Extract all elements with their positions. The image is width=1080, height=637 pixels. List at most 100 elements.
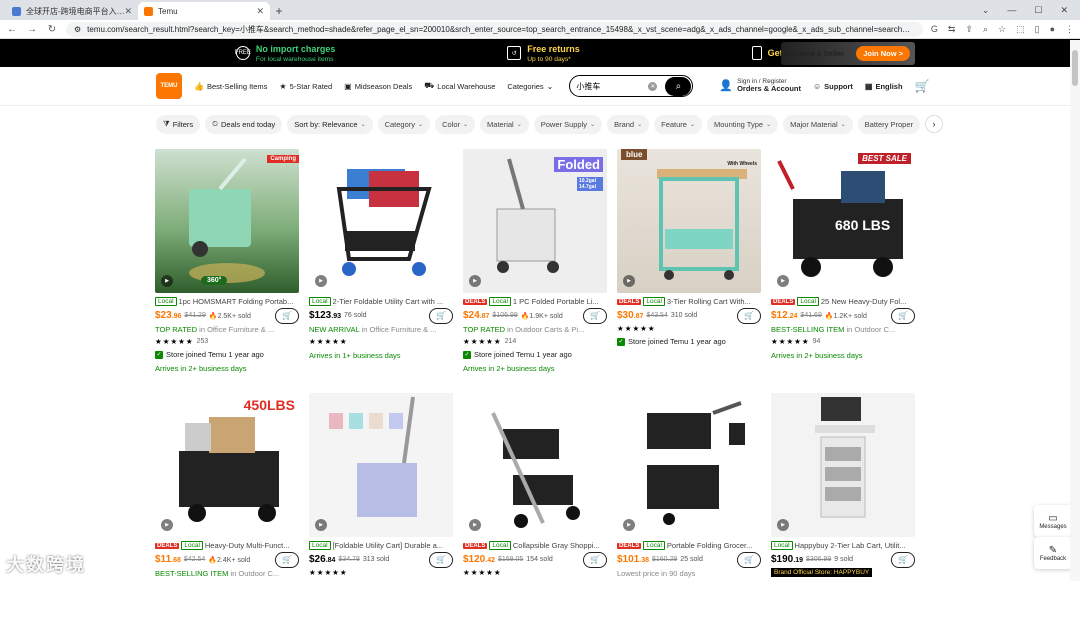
product-image[interactable]: ▶ xyxy=(309,149,453,293)
play-video-icon[interactable]: ▶ xyxy=(777,275,789,287)
product-title-line[interactable]: DEALSLocalHeavy-Duty Multi-Funct... xyxy=(155,541,299,550)
product-title[interactable]: 1 PC Folded Portable Li... xyxy=(513,297,599,306)
add-to-cart-button[interactable]: 🛒 xyxy=(275,308,299,324)
product-title[interactable]: 25 New Heavy-Duty Fol... xyxy=(821,297,906,306)
product-image[interactable]: ▶Camping360° xyxy=(155,149,299,293)
product-image[interactable]: ▶blueWith Wheels xyxy=(617,149,761,293)
new-tab-button[interactable]: + xyxy=(270,2,288,20)
ranking-line[interactable]: TOP RATED in Office Furniture & ... xyxy=(155,325,299,334)
add-to-cart-button[interactable]: 🛒 xyxy=(737,308,761,324)
product-card[interactable]: ▶Local[Foldable Utility Cart] Durable a.… xyxy=(309,393,453,637)
product-card[interactable]: ▶blueWith Wheels DEALSLocal3-Tier Rolling… xyxy=(617,149,761,393)
product-card[interactable]: ▶Camping360° Local1pc HOMSMART Folding Po… xyxy=(155,149,299,393)
product-title[interactable]: Happybuy 2-Tier Lab Cart, Utilit... xyxy=(795,541,906,550)
product-card[interactable]: ▶DEALSLocalPortable Folding Grocer...$10… xyxy=(617,393,761,637)
feedback-widget[interactable]: ✎ Feedback xyxy=(1034,537,1072,569)
promo-no-import[interactable]: FREE No import chargesFor local warehous… xyxy=(236,44,336,63)
forward-icon[interactable]: → xyxy=(26,24,38,35)
add-to-cart-button[interactable]: 🛒 xyxy=(583,308,607,324)
clear-search-icon[interactable]: ✕ xyxy=(648,82,657,91)
filter-chip[interactable]: Feature⌄ xyxy=(654,115,702,134)
product-image[interactable]: ▶450LBS xyxy=(155,393,299,537)
extension-icon[interactable]: ⬚ xyxy=(1016,24,1025,35)
add-to-cart-button[interactable]: 🛒 xyxy=(429,308,453,324)
close-window-icon[interactable]: ✕ xyxy=(1060,5,1068,16)
scrollbar[interactable] xyxy=(1070,40,1080,581)
product-title-line[interactable]: DEALSLocalPortable Folding Grocer... xyxy=(617,541,761,550)
maximize-icon[interactable]: ☐ xyxy=(1034,5,1042,16)
back-icon[interactable]: ← xyxy=(6,24,18,35)
product-title-line[interactable]: Local2-Tier Foldable Utility Cart with .… xyxy=(309,297,453,306)
product-card[interactable]: ▶DEALSLocalCollapsible Gray Shoppi...$12… xyxy=(463,393,607,637)
product-title[interactable]: [Foldable Utility Cart] Durable a... xyxy=(333,541,443,550)
add-to-cart-button[interactable]: 🛒 xyxy=(891,552,915,568)
nav-local-warehouse[interactable]: ⛟Local Warehouse xyxy=(424,81,495,91)
product-image[interactable]: ▶BEST SALE680 LBS xyxy=(771,149,915,293)
product-title[interactable]: 1pc HOMSMART Folding Portab... xyxy=(179,297,294,306)
sidepanel-icon[interactable]: ▯ xyxy=(1035,24,1040,35)
product-title-line[interactable]: Local1pc HOMSMART Folding Portab... xyxy=(155,297,299,306)
product-title-line[interactable]: LocalHappybuy 2-Tier Lab Cart, Utilit... xyxy=(771,541,915,550)
add-to-cart-button[interactable]: 🛒 xyxy=(891,308,915,324)
product-image[interactable]: ▶Folded10.2gal 14.7gal xyxy=(463,149,607,293)
add-to-cart-button[interactable]: 🛒 xyxy=(275,552,299,568)
filter-chip[interactable]: Power Supply⌄ xyxy=(534,115,602,134)
add-to-cart-button[interactable]: 🛒 xyxy=(737,552,761,568)
play-video-icon[interactable]: ▶ xyxy=(469,519,481,531)
play-video-icon[interactable]: ▶ xyxy=(469,275,481,287)
product-card[interactable]: ▶ Local2-Tier Foldable Utility Cart with … xyxy=(309,149,453,393)
add-to-cart-button[interactable]: 🛒 xyxy=(429,552,453,568)
product-title[interactable]: Heavy-Duty Multi-Funct... xyxy=(205,541,290,550)
tab-search-icon[interactable]: ⌄ xyxy=(982,5,990,16)
filter-scroll-right-icon[interactable]: › xyxy=(925,115,943,133)
product-card[interactable]: ▶BEST SALE680 LBS DEALSLocal25 New Heavy-… xyxy=(771,149,915,393)
filter-chip[interactable]: Material⌄ xyxy=(480,115,529,134)
filter-chip[interactable]: Brand⌄ xyxy=(607,115,649,134)
nav-five-star[interactable]: ★5-Star Rated xyxy=(279,82,332,91)
product-title[interactable]: Collapsible Gray Shoppi... xyxy=(513,541,600,550)
google-icon[interactable]: G xyxy=(931,24,938,35)
product-title-line[interactable]: DEALSLocal3-Tier Rolling Cart With... xyxy=(617,297,761,306)
product-title[interactable]: 3-Tier Rolling Cart With... xyxy=(667,297,751,306)
play-video-icon[interactable]: ▶ xyxy=(315,275,327,287)
play-video-icon[interactable]: ▶ xyxy=(161,275,173,287)
menu-kebab-icon[interactable]: ⋮ xyxy=(1065,24,1074,35)
filter-chip[interactable]: Major Material⌄ xyxy=(783,115,853,134)
close-tab-icon[interactable]: ✕ xyxy=(124,6,132,17)
messages-widget[interactable]: ▭ Messages xyxy=(1034,505,1072,537)
product-title[interactable]: Portable Folding Grocer... xyxy=(667,541,752,550)
play-video-icon[interactable]: ▶ xyxy=(161,519,173,531)
profile-icon[interactable]: ● xyxy=(1050,24,1055,35)
scrollbar-thumb[interactable] xyxy=(1072,50,1078,86)
product-title[interactable]: 2-Tier Foldable Utility Cart with ... xyxy=(333,297,444,306)
site-info-icon[interactable]: ⚙ xyxy=(74,25,81,34)
play-video-icon[interactable]: ▶ xyxy=(777,519,789,531)
address-bar[interactable]: ⚙ temu.com/search_result.html?search_key… xyxy=(66,22,923,37)
nav-best-selling[interactable]: 👍Best-Selling Items xyxy=(194,82,267,91)
brand-store-badge[interactable]: Brand Official Store: HAPPYBUY xyxy=(771,568,872,577)
promo-free-returns[interactable]: ↺ Free returnsUp to 90 days* xyxy=(507,44,580,63)
product-card[interactable]: ▶ LocalHappybuy 2-Tier Lab Cart, Utilit..… xyxy=(771,393,915,637)
play-video-icon[interactable]: ▶ xyxy=(623,519,635,531)
filter-chip[interactable]: Sort by: Relevance⌄ xyxy=(287,115,372,134)
nav-categories[interactable]: Categories⌄ xyxy=(507,82,553,91)
product-title-line[interactable]: DEALSLocal25 New Heavy-Duty Fol... xyxy=(771,297,915,306)
filter-chip[interactable]: Battery Proper xyxy=(858,115,920,134)
account-menu[interactable]: 👤 Sign in / RegisterOrders & Account xyxy=(719,78,801,93)
filter-chip[interactable]: Color⌄ xyxy=(435,115,475,134)
cart-icon[interactable]: 🛒 xyxy=(915,79,930,93)
close-tab-icon[interactable]: ✕ xyxy=(256,6,264,17)
ranking-line[interactable]: Lowest price in 90 days xyxy=(617,569,761,578)
add-to-cart-button[interactable]: 🛒 xyxy=(583,552,607,568)
join-now-button[interactable]: Join Now > xyxy=(856,46,910,61)
become-seller-button[interactable]: Become a Seller Join Now > xyxy=(781,42,915,65)
filter-chip[interactable]: ⧩Filters xyxy=(156,115,200,134)
nav-midseason[interactable]: ▣Midseason Deals xyxy=(344,82,412,91)
product-card[interactable]: ▶Folded10.2gal 14.7galDEALSLocal1 PC Fol… xyxy=(463,149,607,393)
product-image[interactable]: ▶ xyxy=(617,393,761,537)
browser-tab-active[interactable]: Temu ✕ xyxy=(138,2,270,20)
share-icon[interactable]: ⇪ xyxy=(965,24,973,35)
search-input[interactable] xyxy=(576,82,648,91)
product-card[interactable]: ▶450LBS DEALSLocalHeavy-Duty Multi-Funct.… xyxy=(155,393,299,637)
minimize-icon[interactable]: — xyxy=(1007,5,1016,15)
